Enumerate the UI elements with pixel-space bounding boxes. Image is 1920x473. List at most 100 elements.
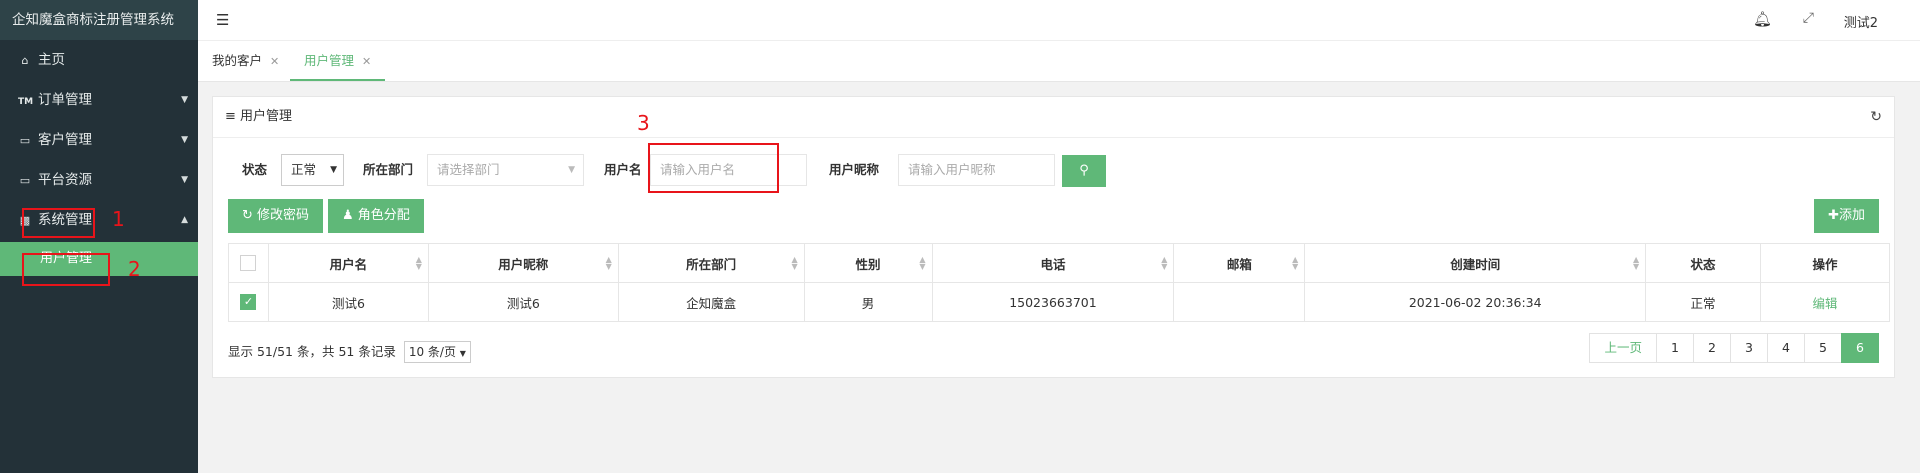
- button-label: 修改密码: [257, 208, 310, 223]
- column-header[interactable]: 所在部门 ▲ ▼: [617, 243, 805, 283]
- cell-status: 正常: [1645, 282, 1762, 322]
- column-header: 操作: [1760, 243, 1890, 283]
- dept-select[interactable]: 请选择部门 ▼: [427, 154, 584, 186]
- sort-icon[interactable]: ▲ ▼: [416, 256, 422, 271]
- column-header-label: 用户名: [329, 256, 368, 272]
- cell-phone: 15023663701: [931, 282, 1175, 322]
- column-header-label: 电话: [1040, 256, 1066, 272]
- sidebar-item-label: 订单管理: [38, 92, 92, 108]
- add-button[interactable]: ✚添加: [1814, 199, 1879, 233]
- tab-label: 我的客户: [212, 53, 263, 68]
- cell-action: 编辑: [1760, 282, 1890, 322]
- page-button[interactable]: 5: [1804, 333, 1842, 363]
- column-header-label: 操作: [1812, 256, 1838, 272]
- tab-user-management[interactable]: 用户管理 ✕: [290, 41, 386, 81]
- sort-icon[interactable]: ▲ ▼: [919, 256, 925, 271]
- page-size-select[interactable]: 10 条/页 ▼: [403, 341, 471, 363]
- panel-header: ≡ 用户管理 ↻: [213, 97, 1894, 138]
- home-icon: ⌂: [21, 54, 29, 67]
- column-header: 状态: [1645, 243, 1762, 283]
- status-label: 状态: [242, 162, 268, 177]
- chevron-up-icon: ▲: [181, 215, 188, 225]
- column-header-label: 性别: [855, 256, 881, 272]
- check-icon[interactable]: ✓: [240, 294, 257, 311]
- page-button[interactable]: 3: [1730, 333, 1768, 363]
- status-select-value: 正常: [291, 162, 317, 177]
- nickname-input[interactable]: 请输入用户昵称: [898, 154, 1055, 186]
- button-label: 添加: [1838, 208, 1865, 223]
- filter-bar: 状态 正常 ▼ 所在部门 请选择部门 ▼ 用户名 请输入用户名 用户昵称 请输入…: [213, 152, 1894, 188]
- cell-nickname: 测试6: [427, 282, 619, 322]
- edit-link[interactable]: 编辑: [1813, 296, 1838, 311]
- search-icon: ⚲: [1079, 163, 1089, 178]
- cell-dept: 企知魔盒: [617, 282, 805, 322]
- column-header[interactable]: 邮箱 ▲ ▼: [1173, 243, 1306, 283]
- cell-email: [1173, 282, 1306, 322]
- cell-gender: 男: [803, 282, 933, 322]
- menu-toggle-icon[interactable]: ☰: [216, 11, 229, 29]
- page-button[interactable]: 4: [1767, 333, 1805, 363]
- page-size-value: 10 条/页: [408, 345, 456, 359]
- column-header[interactable]: 电话 ▲ ▼: [931, 243, 1175, 283]
- sort-icon[interactable]: ▲ ▼: [1161, 256, 1167, 271]
- tab-my-customers[interactable]: 我的客户 ✕: [198, 41, 293, 80]
- select-all-cell[interactable]: [228, 243, 269, 283]
- column-header-label: 用户昵称: [498, 256, 549, 272]
- prev-page-button[interactable]: 上一页: [1589, 333, 1657, 363]
- fullscreen-icon[interactable]: ⤢: [1803, 10, 1814, 26]
- assign-role-button[interactable]: ♟ 角色分配: [328, 199, 424, 233]
- close-icon[interactable]: ✕: [270, 55, 279, 68]
- panel-title: 用户管理: [240, 109, 293, 124]
- refresh-icon: ↻: [242, 208, 253, 223]
- sort-icon[interactable]: ▲ ▼: [606, 256, 612, 271]
- nickname-input-placeholder: 请输入用户昵称: [908, 162, 996, 177]
- page-button[interactable]: 2: [1693, 333, 1731, 363]
- select-all-checkbox[interactable]: [240, 255, 257, 272]
- sidebar-item-resources[interactable]: ▭ 平台资源 ▼: [0, 160, 198, 200]
- button-label: 角色分配: [357, 208, 410, 223]
- sidebar-item-customers[interactable]: ▭ 客户管理 ▼: [0, 120, 198, 160]
- chevron-down-icon: ▼: [459, 349, 466, 358]
- tab-bar: 我的客户 ✕ 用户管理 ✕: [198, 40, 1920, 82]
- tm-icon: TM: [18, 97, 34, 107]
- dept-label: 所在部门: [363, 162, 414, 177]
- annotation-number-1: 1: [112, 207, 125, 231]
- annotation-number-2: 2: [128, 257, 141, 281]
- nickname-label: 用户昵称: [829, 162, 880, 177]
- sidebar-item-label: 主页: [38, 52, 65, 68]
- bell-icon[interactable]: 🔔︎: [1753, 10, 1772, 28]
- user-management-panel: ≡ 用户管理 ↻ 状态 正常 ▼ 所在部门 请选择部门 ▼ 用户名 请输入用户名…: [212, 96, 1895, 378]
- user-icon: ♟: [342, 208, 354, 223]
- table-row[interactable]: ✓ 测试6 测试6 企知魔盒 男 15023663701 2021-06-02 …: [228, 282, 1890, 322]
- page-button[interactable]: 1: [1656, 333, 1694, 363]
- cell-username: 测试6: [267, 282, 429, 322]
- column-header[interactable]: 创建时间 ▲ ▼: [1304, 243, 1647, 283]
- sidebar-item-orders[interactable]: TM 订单管理 ▼: [0, 80, 198, 120]
- current-page-button[interactable]: 6: [1841, 333, 1879, 363]
- column-header[interactable]: 性别 ▲ ▼: [803, 243, 933, 283]
- user-table: 用户名 ▲ ▼ 用户昵称 ▲ ▼ 所在部门 ▲ ▼ 性别 ▲ ▼ 电话 ▲ ▼ 邮箱 ▲ ▼ 创建时间 ▲…: [228, 243, 1890, 322]
- top-bar: ☰ 🔔︎ ⤢ 测试2: [198, 0, 1920, 40]
- refresh-icon[interactable]: ↻: [1870, 97, 1882, 137]
- annotation-box-1: [22, 208, 95, 238]
- sidebar-item-home[interactable]: ⌂ 主页: [0, 40, 198, 80]
- column-header[interactable]: 用户名 ▲ ▼: [267, 243, 429, 283]
- sort-icon[interactable]: ▲ ▼: [1633, 256, 1639, 271]
- row-select-cell[interactable]: ✓: [228, 282, 269, 322]
- user-name[interactable]: 测试2: [1844, 12, 1878, 31]
- chevron-down-icon: ▼: [330, 165, 337, 175]
- sort-icon[interactable]: ▲ ▼: [791, 256, 797, 271]
- list-icon: ≡: [225, 109, 236, 124]
- close-icon[interactable]: ✕: [362, 55, 371, 68]
- column-header-label: 邮箱: [1226, 256, 1252, 272]
- search-button[interactable]: ⚲: [1062, 155, 1106, 187]
- username-label: 用户名: [604, 162, 642, 177]
- column-header[interactable]: 用户昵称 ▲ ▼: [427, 243, 619, 283]
- chevron-down-icon: ▼: [181, 135, 188, 145]
- pager-info: 显示 51/51 条，共 51 条记录 10 条/页 ▼: [228, 341, 471, 363]
- sort-icon[interactable]: ▲ ▼: [1292, 256, 1298, 271]
- change-password-button[interactable]: ↻ 修改密码: [228, 199, 324, 233]
- dept-select-placeholder: 请选择部门: [437, 162, 500, 177]
- column-header-label: 状态: [1690, 256, 1716, 272]
- status-select[interactable]: 正常 ▼: [281, 154, 344, 186]
